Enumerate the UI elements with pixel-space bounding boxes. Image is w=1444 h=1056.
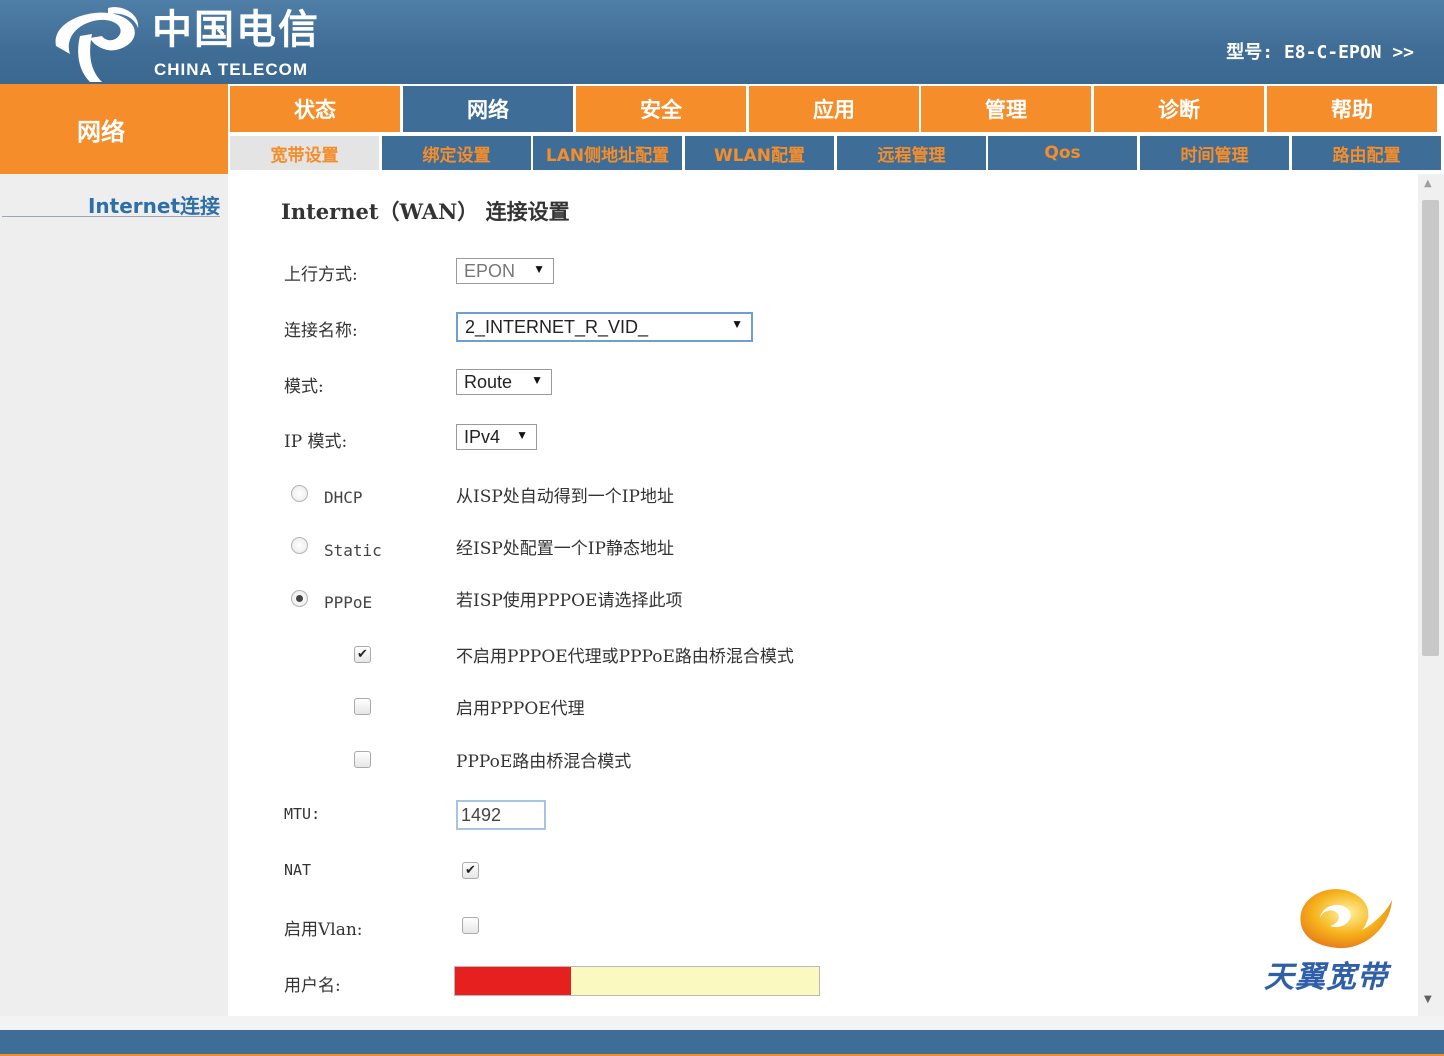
tab-security[interactable]: 安全 xyxy=(576,86,746,132)
scroll-up-arrow-icon[interactable]: ▲ xyxy=(1424,178,1432,189)
username-input[interactable] xyxy=(454,966,820,996)
main-content: Internet（WAN） 连接设置 上行方式: EPON ▼ 连接名称: 2_… xyxy=(228,174,1418,1016)
main-nav-tabs: 状态 网络 安全 应用 管理 诊断 帮助 xyxy=(228,84,1444,134)
logo-english-text: CHINA TELECOM xyxy=(154,60,309,79)
subtab-broadband[interactable]: 宽带设置 xyxy=(230,136,379,170)
subtab-lan-address[interactable]: LAN侧地址配置 xyxy=(533,136,682,170)
ip-mode-select-value: IPv4 xyxy=(464,426,501,447)
header-bar: 中国电信 CHINA TELECOM 型号: E8-C-EPON >> xyxy=(0,0,1444,84)
mtu-label: MTU: xyxy=(284,805,321,823)
china-telecom-logo-icon xyxy=(55,7,139,82)
subtab-remote-management[interactable]: 远程管理 xyxy=(837,136,986,170)
pppoe-proxy-checkbox[interactable] xyxy=(354,698,371,715)
username-label: 用户名: xyxy=(284,976,341,996)
pppoe-no-proxy-label: 不启用PPPOE代理或PPPoE路由桥混合模式 xyxy=(456,647,794,667)
brand-text: 天翼宽带 xyxy=(1264,960,1388,995)
pppoe-proxy-label: 启用PPPOE代理 xyxy=(456,699,585,719)
subtab-time-management[interactable]: 时间管理 xyxy=(1140,136,1289,170)
username-redaction xyxy=(455,967,571,995)
tab-status[interactable]: 状态 xyxy=(230,86,400,132)
ip-mode-label: IP 模式: xyxy=(284,432,348,452)
ip-mode-select[interactable]: IPv4 ▼ xyxy=(456,424,537,450)
model-info-link[interactable]: 型号: E8-C-EPON >> xyxy=(1226,38,1414,64)
dhcp-radio[interactable] xyxy=(291,485,308,502)
dropdown-arrow-icon: ▼ xyxy=(531,373,543,387)
subtab-qos[interactable]: Qos xyxy=(988,136,1137,170)
mode-select-value: Route xyxy=(464,371,513,392)
static-radio-label: Static xyxy=(324,541,382,560)
mode-label: 模式: xyxy=(284,377,324,397)
pppoe-bridge-mix-checkbox[interactable] xyxy=(354,751,371,768)
sidebar: Internet连接 xyxy=(0,174,228,1016)
vlan-checkbox[interactable] xyxy=(462,917,479,934)
tab-diagnostics[interactable]: 诊断 xyxy=(1094,86,1264,132)
nat-checkbox[interactable]: ✔ xyxy=(462,862,479,879)
static-description: 经ISP处配置一个IP静态地址 xyxy=(456,539,674,559)
page-title: Internet（WAN） 连接设置 xyxy=(281,199,570,224)
subtab-wlan[interactable]: WLAN配置 xyxy=(685,136,834,170)
logo-chinese-text: 中国电信 xyxy=(152,6,320,53)
connection-name-label: 连接名称: xyxy=(284,321,358,341)
pppoe-description: 若ISP使用PPPOE请选择此项 xyxy=(456,591,683,611)
pppoe-radio[interactable] xyxy=(291,590,308,607)
nat-label: NAT xyxy=(284,861,312,879)
footer-bar xyxy=(0,1030,1444,1056)
mode-select[interactable]: Route ▼ xyxy=(456,369,552,395)
dropdown-arrow-icon: ▼ xyxy=(731,317,743,331)
static-radio[interactable] xyxy=(291,537,308,554)
footer xyxy=(0,1016,1444,1056)
pppoe-bridge-mix-label: PPPoE路由桥混合模式 xyxy=(456,752,632,772)
uplink-label: 上行方式: xyxy=(284,265,358,285)
section-label-text: 网络 xyxy=(77,117,125,146)
dropdown-arrow-icon: ▼ xyxy=(533,262,545,276)
subtab-routing[interactable]: 路由配置 xyxy=(1292,136,1441,170)
scrollbar[interactable]: ▲ ▼ xyxy=(1418,174,1444,1016)
connection-name-value: 2_INTERNET_R_VID_ xyxy=(465,316,649,337)
mtu-input[interactable]: 1492 xyxy=(456,800,546,830)
dhcp-description: 从ISP处自动得到一个IP地址 xyxy=(456,487,674,507)
tab-application[interactable]: 应用 xyxy=(749,86,919,132)
uplink-select[interactable]: EPON ▼ xyxy=(456,258,554,284)
vlan-label: 启用Vlan: xyxy=(284,920,363,940)
uplink-select-value: EPON xyxy=(464,260,516,281)
connection-name-select[interactable]: 2_INTERNET_R_VID_ ▼ xyxy=(456,312,753,342)
pppoe-radio-label: PPPoE xyxy=(324,593,373,612)
tab-network[interactable]: 网络 xyxy=(403,86,573,132)
dhcp-radio-label: DHCP xyxy=(324,488,363,507)
tab-help[interactable]: 帮助 xyxy=(1267,86,1437,132)
scroll-down-arrow-icon[interactable]: ▼ xyxy=(1424,994,1432,1005)
subtab-binding[interactable]: 绑定设置 xyxy=(382,136,531,170)
section-label: 网络 xyxy=(0,84,228,174)
scrollbar-thumb[interactable] xyxy=(1422,200,1439,656)
sidebar-item-internet[interactable]: Internet连接 xyxy=(2,190,220,218)
tab-management[interactable]: 管理 xyxy=(921,86,1091,132)
dropdown-arrow-icon: ▼ xyxy=(516,428,528,442)
sub-nav-tabs: 宽带设置 绑定设置 LAN侧地址配置 WLAN配置 远程管理 Qos 时间管理 … xyxy=(228,136,1444,172)
pppoe-no-proxy-checkbox[interactable]: ✔ xyxy=(354,646,371,663)
